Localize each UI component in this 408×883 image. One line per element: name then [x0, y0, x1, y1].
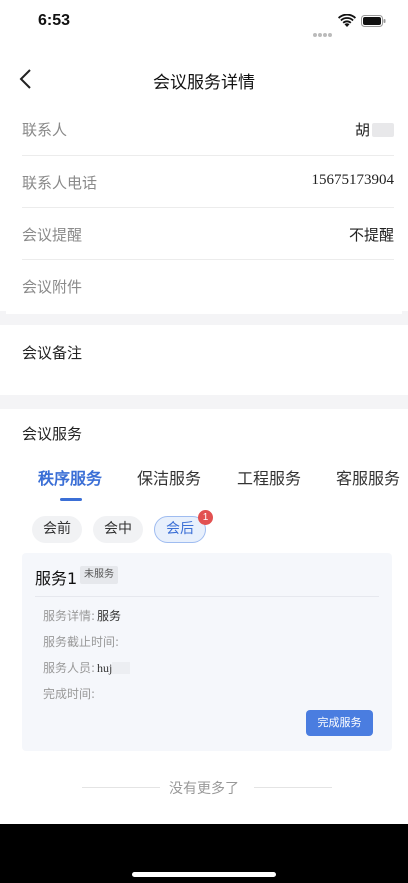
attachment-row[interactable]: 会议附件	[22, 259, 394, 311]
wifi-icon	[338, 14, 356, 27]
tab-engineering-service[interactable]: 工程服务	[237, 465, 301, 489]
service-deadline-row: 服务截止时间:	[43, 633, 119, 650]
signal-icon	[313, 22, 333, 37]
notification-badge: 1	[198, 510, 213, 525]
contact-label: 联系人	[22, 121, 68, 139]
status-time: 6:53	[38, 12, 71, 29]
redacted-mask	[112, 662, 131, 674]
phase-during[interactable]: 会中	[93, 516, 143, 543]
reminder-label: 会议提醒	[22, 226, 83, 244]
service-staff-value: huj	[97, 661, 113, 675]
service-card-title: 服务1	[35, 569, 78, 588]
home-indicator[interactable]	[132, 872, 276, 877]
tab-cleaning-service[interactable]: 保洁服务	[137, 465, 201, 489]
status-bar: 6:53	[0, 0, 408, 46]
tab-customer-service[interactable]: 客服服务	[336, 465, 400, 489]
status-badge: 未服务	[80, 566, 118, 584]
phone-row: 联系人电话 15675173904	[22, 155, 394, 207]
service-detail-label: 服务详情:	[43, 609, 96, 623]
phone-label: 联系人电话	[22, 174, 98, 192]
service-staff-label: 服务人员:	[43, 661, 96, 675]
section-divider	[0, 395, 408, 409]
info-list: 联系人 胡 联系人电话 15675173904 会议提醒 不提醒 会议附件	[22, 103, 394, 311]
section-divider	[0, 311, 408, 325]
end-of-list-text: 没有更多了	[169, 781, 239, 797]
card-divider	[35, 596, 379, 597]
contact-row: 联系人 胡	[22, 103, 394, 155]
page-title: 会议服务详情	[153, 73, 255, 93]
complete-service-button[interactable]: 完成服务	[306, 710, 373, 736]
contact-value: 胡	[355, 119, 394, 140]
redacted-mask	[372, 123, 394, 137]
service-done-row: 完成时间:	[43, 685, 95, 702]
notes-title: 会议备注	[22, 344, 83, 362]
service-detail-value: 服务	[97, 609, 122, 623]
active-tab-indicator	[60, 498, 82, 501]
phone-value[interactable]: 15675173904	[312, 172, 395, 189]
service-done-label: 完成时间:	[43, 687, 96, 701]
service-staff-row: 服务人员: huj	[43, 659, 131, 676]
reminder-value: 不提醒	[348, 226, 394, 244]
tab-order-service[interactable]: 秩序服务	[38, 465, 102, 489]
services-title: 会议服务	[22, 425, 83, 443]
service-deadline-label: 服务截止时间:	[43, 635, 120, 649]
phase-before[interactable]: 会前	[32, 516, 82, 543]
reminder-row: 会议提醒 不提醒	[22, 207, 394, 259]
battery-icon	[361, 15, 386, 27]
service-card: 服务1 未服务 服务详情: 服务 服务截止时间: 服务人员: huj 完成时间: 完…	[22, 553, 392, 751]
divider-line	[254, 787, 332, 788]
nav-bar: 会议服务详情	[0, 56, 408, 102]
attachment-label: 会议附件	[22, 278, 83, 296]
service-detail-row: 服务详情: 服务	[43, 607, 121, 624]
